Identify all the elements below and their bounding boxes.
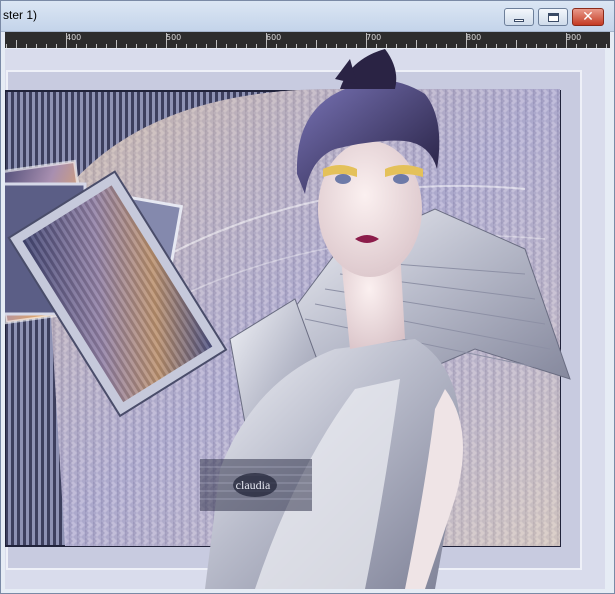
ruler-tick [266, 33, 267, 48]
ruler-tick [376, 44, 377, 48]
ruler-tick [536, 44, 537, 48]
ruler-tick [326, 44, 327, 48]
ruler-tick [296, 44, 297, 48]
ruler-tick [606, 44, 607, 48]
ruler-tick [316, 40, 317, 48]
ruler-tick [206, 44, 207, 48]
ruler-tick [156, 44, 157, 48]
ruler-label-500: 500 [166, 33, 182, 42]
ruler-tick [466, 33, 467, 48]
ruler-tick [126, 44, 127, 48]
ruler-tick [196, 44, 197, 48]
ruler-tick [136, 44, 137, 48]
ruler-tick [456, 44, 457, 48]
app-window: ster 1) ✕ 400 500 600 700 800 900 claudi… [0, 0, 615, 594]
horizontal-ruler[interactable]: 400 500 600 700 800 900 [5, 32, 610, 48]
ruler-tick [526, 44, 527, 48]
ruler-tick [396, 44, 397, 48]
ruler-tick [226, 44, 227, 48]
ruler-label-600: 600 [266, 33, 282, 42]
close-icon: ✕ [582, 9, 594, 25]
ruler-tick [66, 33, 67, 48]
maximize-button[interactable] [538, 8, 568, 26]
ruler-tick [176, 44, 177, 48]
ruler-tick [6, 44, 7, 48]
ruler-tick [386, 44, 387, 48]
ruler-label-700: 700 [366, 33, 382, 42]
ruler-tick [566, 33, 567, 48]
title-bar[interactable]: ster 1) ✕ [1, 1, 614, 32]
ruler-tick [96, 44, 97, 48]
ruler-label-400: 400 [66, 33, 82, 42]
ruler-tick [76, 44, 77, 48]
ruler-tick [26, 44, 27, 48]
ruler-tick [256, 44, 257, 48]
ruler-tick [486, 44, 487, 48]
ruler-tick [496, 44, 497, 48]
ruler-tick [426, 44, 427, 48]
ruler-tick [596, 44, 597, 48]
ruler-tick [516, 40, 517, 48]
ruler-tick [276, 44, 277, 48]
ruler-tick [446, 44, 447, 48]
ruler-tick [186, 44, 187, 48]
ruler-tick [576, 44, 577, 48]
ruler-tick [16, 40, 17, 48]
ruler-tick [146, 44, 147, 48]
image-canvas[interactable]: claudia [5, 49, 605, 589]
minimize-icon [514, 18, 524, 22]
ruler-tick [336, 44, 337, 48]
ruler-tick [406, 44, 407, 48]
watermark-text: claudia [236, 478, 271, 492]
ruler-tick [546, 44, 547, 48]
ruler-tick [166, 33, 167, 48]
ruler-label-900: 900 [566, 33, 582, 42]
ruler-tick [36, 44, 37, 48]
ruler-tick [306, 44, 307, 48]
ruler-tick [56, 44, 57, 48]
ruler-tick [46, 44, 47, 48]
maximize-icon [547, 12, 559, 22]
ruler-tick [106, 44, 107, 48]
minimize-button[interactable] [504, 8, 534, 26]
ruler-tick [476, 44, 477, 48]
ruler-tick [506, 44, 507, 48]
ruler-tick [366, 33, 367, 48]
ruler-tick [286, 44, 287, 48]
ruler-label-800: 800 [466, 33, 482, 42]
close-button[interactable]: ✕ [572, 8, 604, 26]
ruler-tick [116, 40, 117, 48]
ruler-tick [436, 44, 437, 48]
ruler-tick [216, 40, 217, 48]
ruler-tick [246, 44, 247, 48]
ruler-tick [556, 44, 557, 48]
window-title: ster 1) [3, 8, 38, 22]
artwork-image: claudia [5, 49, 605, 589]
ruler-tick [346, 44, 347, 48]
ruler-tick [86, 44, 87, 48]
ruler-tick [356, 44, 357, 48]
ruler-tick [236, 44, 237, 48]
ruler-tick [416, 40, 417, 48]
ruler-tick [586, 44, 587, 48]
